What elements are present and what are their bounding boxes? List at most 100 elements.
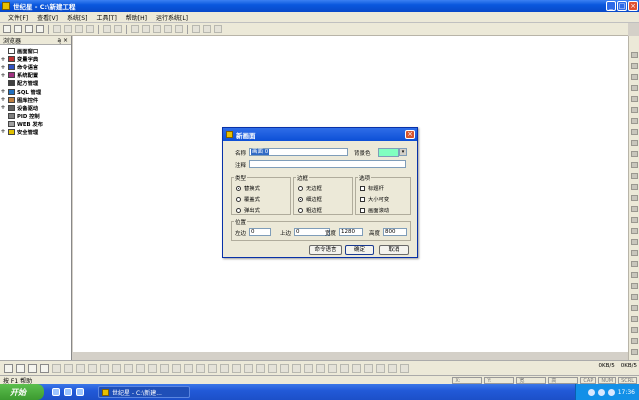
align-tool-icon[interactable] [88,363,97,373]
width-field[interactable]: 1280 [339,228,363,236]
align-tool-icon[interactable] [256,363,265,373]
toolbox-icon[interactable] [631,349,638,355]
resizable-checkbox[interactable]: 大小可变 [360,195,389,203]
align-tool-icon[interactable] [352,363,361,373]
browser-item[interactable]: 配方管理 [0,79,71,87]
browser-pin-icon[interactable]: ą × [57,37,68,44]
browser-item[interactable]: + 命令语言 [0,63,71,72]
align-tool-icon[interactable] [148,363,157,373]
align-tool-icon[interactable] [64,363,73,373]
minimize-button[interactable]: _ [606,1,616,11]
menu-system[interactable]: 系统[S] [67,13,88,22]
menu-run[interactable]: 运行系统[L] [156,13,188,22]
volume-icon[interactable] [597,388,605,396]
menu-view[interactable]: 查看[V] [37,13,58,22]
toolbox-icon[interactable] [631,283,638,289]
network-icon[interactable] [587,388,595,396]
toolbox-icon[interactable] [631,250,638,256]
toolbox-icon[interactable] [631,162,638,168]
undo-icon[interactable] [103,25,111,33]
align-left-icon[interactable] [192,25,200,33]
scroll-checkbox[interactable]: 画面滚动 [360,206,389,214]
menu-help[interactable]: 帮助[H] [126,13,147,22]
type-popup-radio[interactable]: 弹出式 [236,206,260,214]
toolbox-icon[interactable] [631,195,638,201]
browser-item[interactable]: PID 控制 [0,112,71,120]
toolbox-icon[interactable] [631,118,638,124]
toolbox-icon[interactable] [631,272,638,278]
type-overlay-radio[interactable]: 覆盖式 [236,195,260,203]
left-field[interactable]: 0 [249,228,271,236]
italic-icon[interactable] [142,25,150,33]
security-icon[interactable] [607,388,615,396]
toolbox-icon[interactable] [631,151,638,157]
align-tool-icon[interactable] [172,363,181,373]
titlebar-checkbox[interactable]: 标题杆 [360,184,384,192]
open-icon[interactable] [14,25,22,33]
align-tool-icon[interactable] [304,363,313,373]
border-none-radio[interactable]: 无边框 [298,184,322,192]
taskbar-app-button[interactable]: 世纪星 - C:\新建... [98,386,190,398]
outlook-icon[interactable] [64,388,72,396]
align-tool-icon[interactable] [100,363,109,373]
align-tool-icon[interactable] [292,363,301,373]
save-all-icon[interactable] [36,25,44,33]
maximize-button[interactable]: □ [617,1,627,11]
cancel-button[interactable]: 取消 [379,245,409,255]
toolbox-icon[interactable] [631,305,638,311]
bgcolor-dropdown-icon[interactable]: ▾ [399,148,407,156]
align-tool-icon[interactable] [52,363,61,373]
toolbox-icon[interactable] [631,107,638,113]
align-tool-icon[interactable] [388,363,397,373]
align-tool-icon[interactable] [196,363,205,373]
toolbox-icon[interactable] [631,206,638,212]
browser-item[interactable]: + 图库控件 [0,96,71,104]
copy-icon[interactable] [64,25,72,33]
toolbox-icon[interactable] [631,239,638,245]
dialog-close-button[interactable]: × [405,130,415,139]
command-language-button[interactable]: 命令语言 [309,245,342,255]
font-size-icon[interactable] [164,25,172,33]
toolbox-icon[interactable] [631,85,638,91]
browser-item[interactable]: + SQL 管理 [0,87,71,96]
media-icon[interactable] [76,388,84,396]
align-tool-icon[interactable] [220,363,229,373]
toolbox-icon[interactable] [631,294,638,300]
browser-item[interactable]: + 变量字典 [0,55,71,64]
bgcolor-swatch[interactable] [378,148,399,157]
type-replace-radio[interactable]: 替换式 [236,184,260,192]
align-tool-icon[interactable] [208,363,217,373]
align-tool-icon[interactable] [376,363,385,373]
expand-icon[interactable]: + [0,64,6,71]
align-tool-icon[interactable] [28,363,37,373]
browser-item[interactable]: + 安全管理 [0,128,71,136]
align-center-icon[interactable] [203,25,211,33]
font-color-icon[interactable] [175,25,183,33]
toolbox-icon[interactable] [631,96,638,102]
save-icon[interactable] [25,25,33,33]
toolbox-icon[interactable] [631,63,638,69]
underline-icon[interactable] [153,25,161,33]
align-tool-icon[interactable] [280,363,289,373]
align-tool-icon[interactable] [40,363,49,373]
toolbox-icon[interactable] [631,140,638,146]
expand-icon[interactable]: + [0,96,6,103]
browser-item[interactable]: 画面窗口 [0,47,71,55]
expand-icon[interactable]: + [0,128,6,135]
align-tool-icon[interactable] [268,363,277,373]
toolbox-icon[interactable] [631,52,638,58]
expand-icon[interactable]: + [0,56,6,63]
toolbox-icon[interactable] [631,217,638,223]
align-tool-icon[interactable] [400,363,409,373]
toolbox-icon[interactable] [631,173,638,179]
browser-item[interactable]: WEB 发布 [0,120,71,128]
delete-icon[interactable] [86,25,94,33]
start-button[interactable]: 开始 [0,384,44,400]
height-field[interactable]: 800 [383,228,407,236]
menu-file[interactable]: 文件[F] [8,13,28,22]
align-tool-icon[interactable] [4,363,13,373]
name-field[interactable]: 画面 0 [249,148,348,156]
border-thin-radio[interactable]: 细边框 [298,195,322,203]
toolbox-icon[interactable] [631,129,638,135]
align-tool-icon[interactable] [112,363,121,373]
